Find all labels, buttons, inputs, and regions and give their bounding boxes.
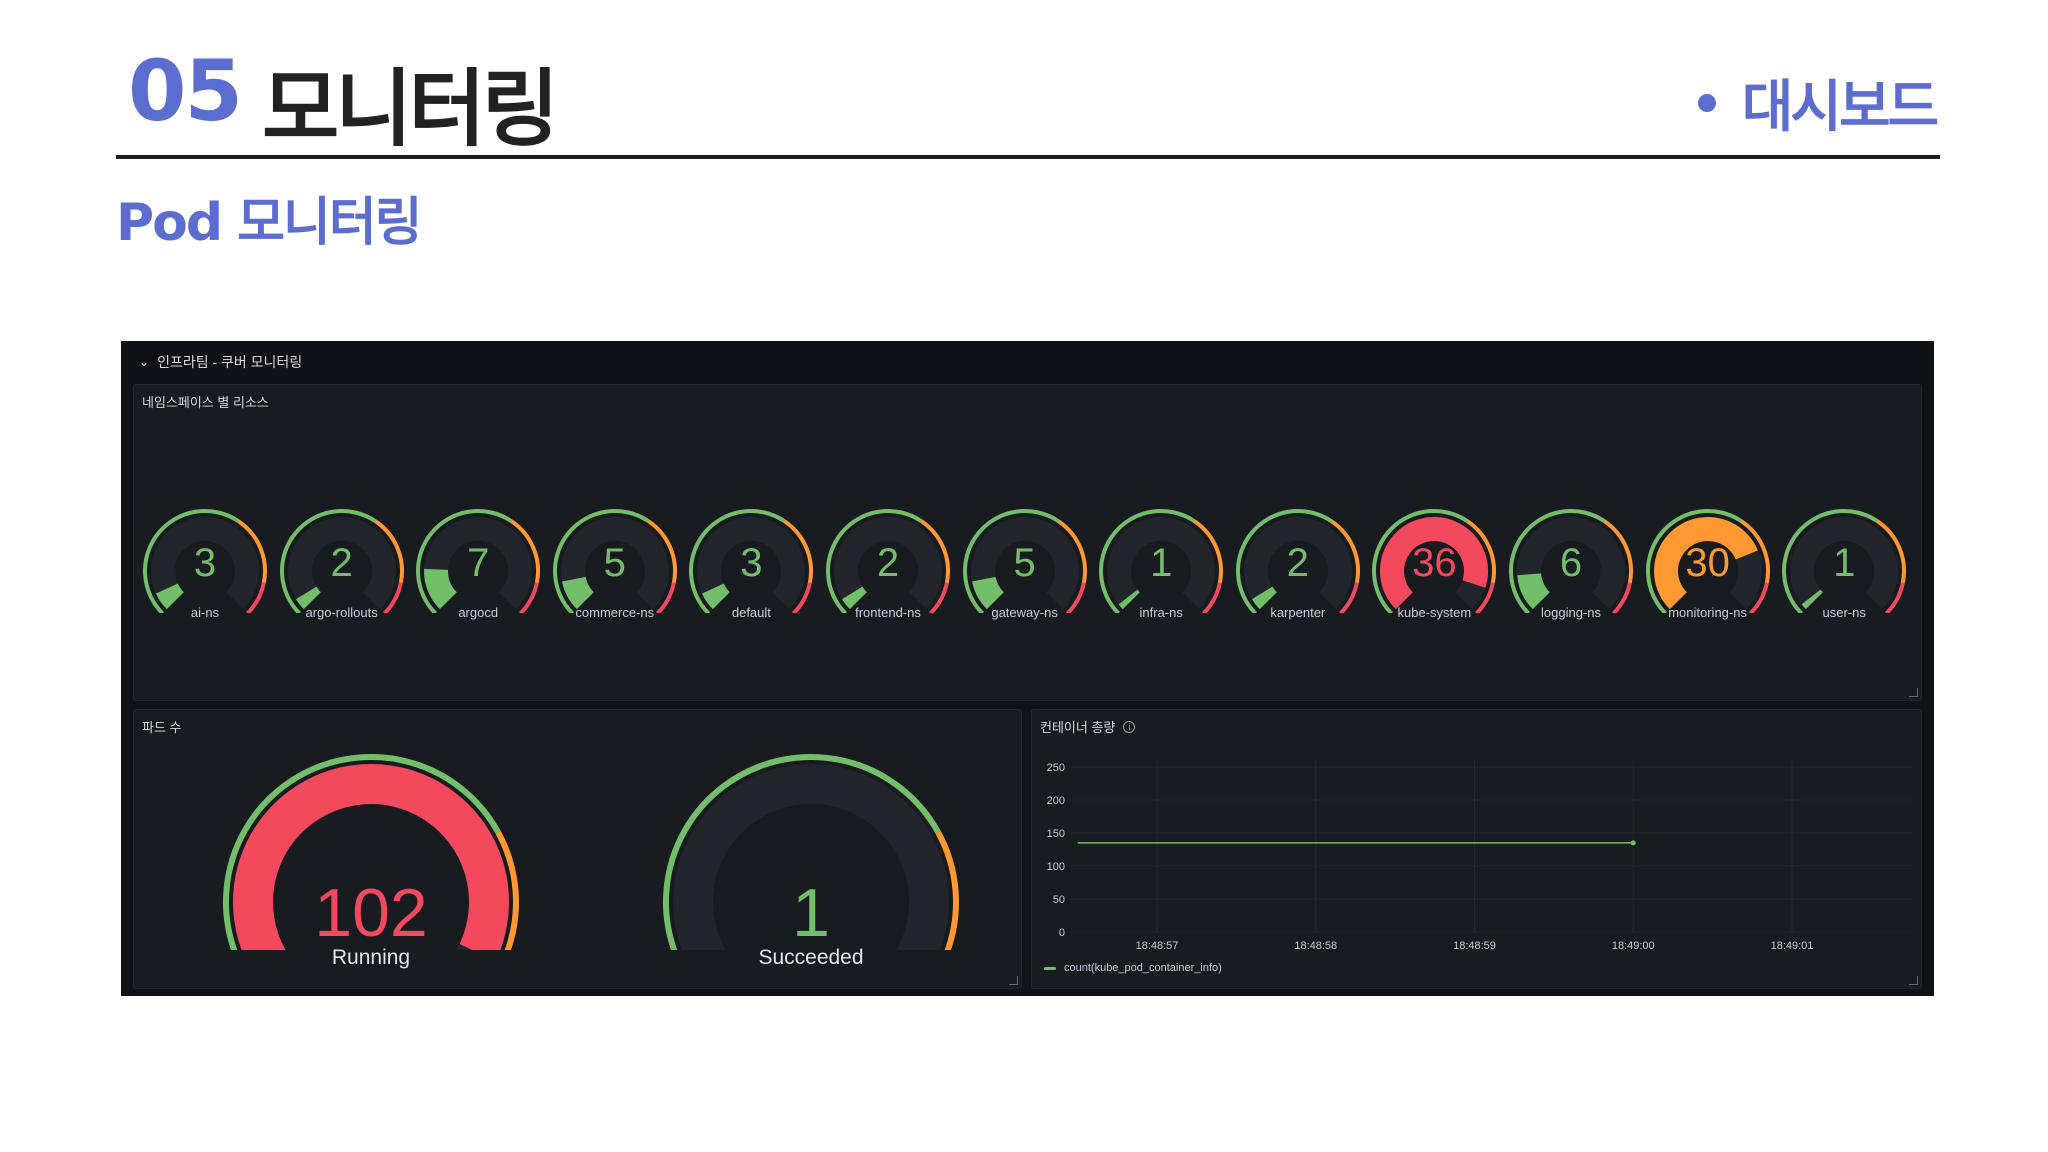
gauge-label: gateway-ns: [991, 605, 1058, 620]
gauge-fill: [1251, 586, 1277, 610]
row-title: 인프라팀 - 쿠버 모니터링: [157, 354, 303, 370]
namespace-gauge: 6 logging-ns: [1503, 503, 1639, 633]
tag-text: 대시보드: [1741, 75, 1939, 140]
x-tick-label: 18:48:59: [1453, 940, 1496, 952]
gauge-value: 6: [1559, 541, 1583, 585]
namespace-gauge: 3 default: [683, 503, 819, 633]
gauge-value: 5: [1013, 541, 1036, 585]
data-point: [1630, 840, 1636, 846]
pod-count-panel[interactable]: 파드 수 102 Running 1 Succeeded: [133, 709, 1022, 989]
x-tick-label: 18:48:58: [1294, 940, 1337, 952]
gauge-fill: [155, 583, 185, 610]
gauge-value: 2: [876, 541, 900, 585]
chart-legend[interactable]: count(kube_pod_container_info): [1044, 962, 1222, 974]
legend-label: count(kube_pod_container_info): [1064, 962, 1222, 974]
gauge-label: argocd: [458, 605, 499, 620]
y-tick-label: 50: [1053, 894, 1065, 906]
namespace-gauge: 7 argocd: [410, 503, 546, 633]
gauge-value: 3: [193, 541, 217, 585]
gauge-label: karpenter: [1270, 605, 1326, 620]
gauge-fill: [1801, 589, 1824, 610]
grafana-dashboard: ⌄ 인프라팀 - 쿠버 모니터링 네임스페이스 별 리소스 3 ai-ns 2 arg…: [121, 341, 1934, 996]
gauge-fill: [841, 586, 868, 610]
pod-gauge: 1 Succeeded: [651, 750, 971, 990]
gauge-label: monitoring-ns: [1668, 605, 1747, 620]
gauge-label: frontend-ns: [855, 605, 921, 620]
namespace-gauge: 36 kube-system: [1366, 503, 1502, 633]
gauge-label: user-ns: [1822, 605, 1866, 620]
divider: [116, 155, 1940, 159]
namespace-gauge: 3 ai-ns: [137, 503, 273, 633]
panel-title: 파드 수: [142, 720, 182, 735]
y-tick-label: 0: [1059, 927, 1065, 939]
namespace-gauge: 2 frontend-ns: [820, 503, 956, 633]
gauge-value: 1: [1150, 541, 1173, 585]
section-title: 모니터링: [262, 60, 559, 158]
gauge-label: Running: [331, 946, 411, 969]
gauge-value: 36: [1412, 541, 1457, 585]
y-tick-label: 250: [1047, 762, 1065, 774]
chevron-down-icon[interactable]: ⌄: [139, 355, 149, 369]
pod-gauge: 102 Running: [211, 750, 531, 990]
gauge-label: kube-system: [1397, 605, 1472, 620]
namespace-gauge: 1 user-ns: [1776, 503, 1912, 633]
gauge-label: Succeeded: [758, 946, 864, 969]
section-tag: 대시보드: [1697, 62, 1939, 143]
namespace-gauge: 1 infra-ns: [1093, 503, 1229, 633]
gauge-label: argo-rollouts: [305, 605, 378, 620]
resize-handle-icon[interactable]: [1909, 688, 1918, 697]
gauge-label: logging-ns: [1541, 605, 1601, 620]
slide: 05 모니터링 대시보드 Pod 모니터링 ⌄ 인프라팀 - 쿠버 모니터링 네…: [0, 0, 2048, 1152]
container-total-panel[interactable]: 컨테이너 총량 i 0 50 100 150 200 250 18:48:57 18:48:5…: [1031, 709, 1922, 989]
namespace-gauge: 2 argo-rollouts: [274, 503, 410, 633]
section-number: 05: [128, 42, 243, 140]
y-tick-label: 150: [1047, 828, 1065, 840]
x-tick-label: 18:49:01: [1771, 940, 1814, 952]
y-tick-label: 100: [1047, 861, 1065, 873]
gauge-fill: [295, 586, 321, 610]
gauge-value: 2: [330, 541, 353, 585]
gauge-value: 7: [467, 541, 490, 585]
timeseries-chart: 0 50 100 150 200 250 18:48:57 18:48:58 18:48:59 1…: [1047, 759, 1912, 952]
gauge-value: 3: [740, 541, 763, 585]
gauge-label: infra-ns: [1139, 605, 1183, 620]
gauge-fill: [1118, 589, 1141, 610]
bullet-icon: [1697, 93, 1716, 112]
namespace-gauge: 5 commerce-ns: [547, 503, 683, 633]
resize-handle-icon[interactable]: [1009, 976, 1018, 985]
gauge-value: 1: [1833, 541, 1856, 585]
gauge-label: commerce-ns: [575, 605, 655, 620]
x-tick-label: 18:49:00: [1612, 940, 1655, 952]
gauge-value: 102: [314, 875, 428, 951]
resize-handle-icon[interactable]: [1909, 976, 1918, 985]
gauge-value: 5: [603, 541, 626, 585]
gauge-label: default: [731, 605, 771, 620]
dashboard-row-header[interactable]: ⌄ 인프라팀 - 쿠버 모니터링: [139, 352, 302, 372]
gauge-value: 2: [1286, 541, 1309, 585]
namespace-gauge: 2 karpenter: [1230, 503, 1366, 633]
gauge-value: 30: [1685, 541, 1730, 585]
gauge-fill: [702, 583, 731, 610]
gauge-label: ai-ns: [190, 605, 220, 620]
x-tick-label: 18:48:57: [1136, 940, 1179, 952]
panel-title: 네임스페이스 별 리소스: [142, 395, 269, 410]
legend-swatch: [1044, 966, 1056, 970]
subtitle: Pod 모니터링: [116, 193, 423, 253]
namespace-gauge: 30 monitoring-ns: [1640, 503, 1776, 633]
namespace-resources-panel[interactable]: 네임스페이스 별 리소스 3 ai-ns 2 argo-rollouts 7 argocd…: [133, 384, 1922, 701]
namespace-gauge: 5 gateway-ns: [957, 503, 1093, 633]
gauge-value: 1: [792, 875, 830, 951]
y-tick-label: 200: [1047, 795, 1065, 807]
